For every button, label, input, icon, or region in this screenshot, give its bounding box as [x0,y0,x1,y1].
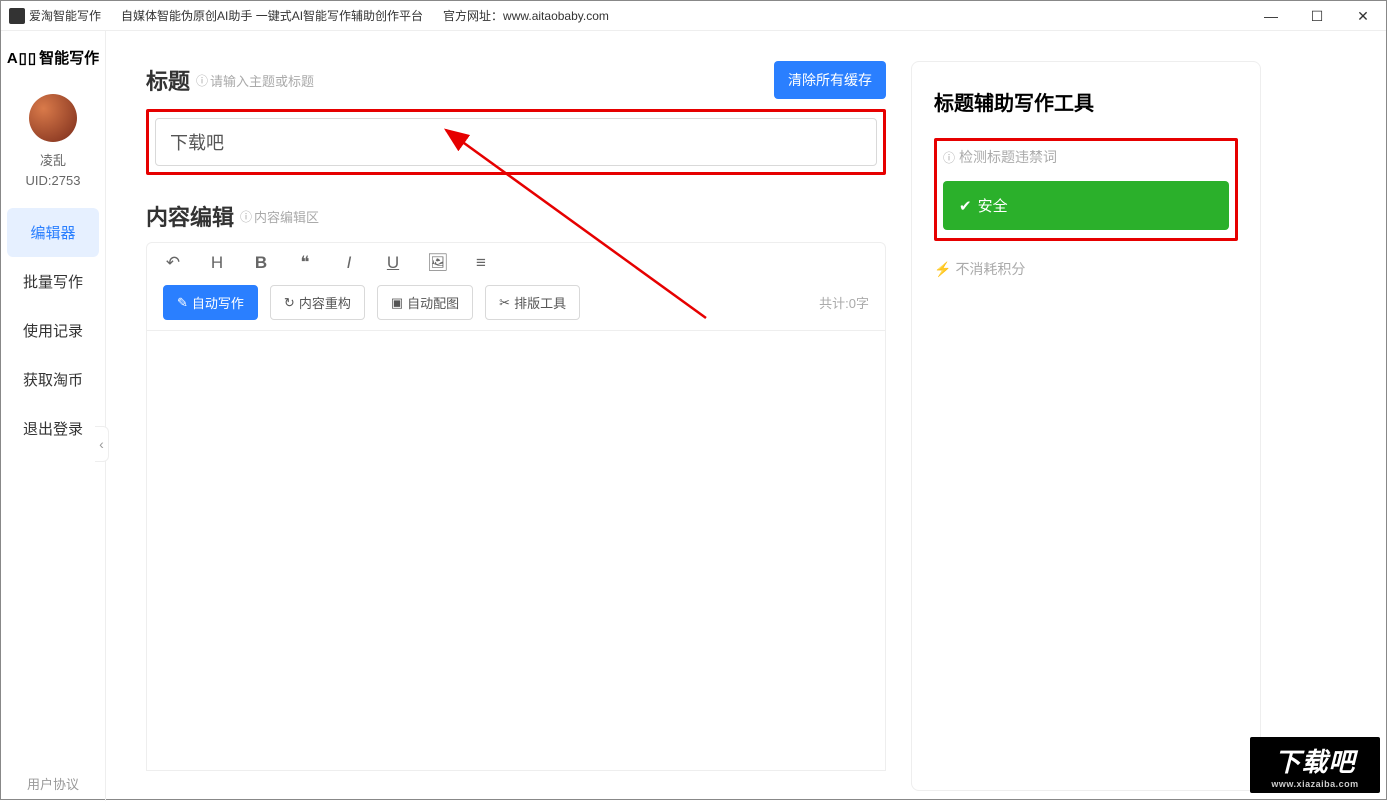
app-icon [9,8,25,24]
image-icon[interactable]: 🖼 [427,253,447,273]
title-hint: 请输入主题或标题 [196,71,314,90]
picture-icon: ▣ [391,295,403,311]
user-agreement-link[interactable]: 用户协议 [27,774,79,793]
url-label: 官方网址：www.aitaobaby.com [443,7,609,24]
editor-toolbar: ↶ H B ❝ I U 🖼 ≡ ✎ 自动写作 ↻ 内容重构 [146,242,886,331]
check-circle-icon: ✔ [959,197,972,215]
clear-cache-button[interactable]: 清除所有缓存 [774,61,886,99]
close-button[interactable]: ✕ [1340,1,1386,31]
quote-icon[interactable]: ❝ [295,253,315,273]
content-heading: 内容编辑 [146,200,234,232]
uid: UID:2753 [26,173,81,188]
sidebar-item-batch[interactable]: 批量写作 [1,257,105,306]
points-info: ⚡ 不消耗积分 [934,259,1238,279]
sidebar-item-history[interactable]: 使用记录 [1,306,105,355]
layout-tool-button[interactable]: ✂ 排版工具 [485,285,580,320]
info-icon [240,208,252,225]
heading-icon[interactable]: H [207,253,227,273]
refresh-icon: ↻ [284,295,295,311]
title-highlight-box [146,109,886,175]
align-icon[interactable]: ≡ [471,253,491,273]
sidebar-item-logout[interactable]: 退出登录 [1,404,105,453]
app-subtitle: 自媒体智能伪原创AI助手 一键式AI智能写作辅助创作平台 [121,7,423,24]
layout-icon: ✂ [499,295,510,311]
title-heading: 标题 [146,64,190,96]
undo-icon[interactable]: ↶ [163,253,183,273]
info-icon [196,72,208,89]
lightning-icon: ⚡ [934,261,951,278]
app-name: 爱淘智能写作 [29,7,101,24]
editor-textarea[interactable] [146,331,886,771]
collapse-chevron-icon[interactable]: ‹ [95,426,109,462]
bold-icon[interactable]: B [251,253,271,273]
assistant-heading: 标题辅助写作工具 [934,87,1238,116]
info-icon [943,149,955,166]
word-count: 共计:0字 [819,293,869,312]
check-forbidden-row: 检测标题违禁词 [943,147,1229,167]
auto-image-button[interactable]: ▣ 自动配图 [377,285,473,320]
underline-icon[interactable]: U [383,253,403,273]
minimize-button[interactable]: — [1248,1,1294,31]
auto-write-button[interactable]: ✎ 自动写作 [163,285,258,320]
logo-icon: A▯▯ [7,49,37,67]
titlebar: 爱淘智能写作 自媒体智能伪原创AI助手 一键式AI智能写作辅助创作平台 官方网址… [1,1,1386,31]
italic-icon[interactable]: I [339,253,359,273]
rebuild-button[interactable]: ↻ 内容重构 [270,285,365,320]
logo: A▯▯ 智能写作 [7,41,99,74]
avatar[interactable] [29,94,77,142]
pencil-icon: ✎ [177,295,188,311]
watermark: 下载吧 www.xiazaiba.com [1250,737,1380,793]
maximize-button[interactable]: ☐ [1294,1,1340,31]
logo-text: 智能写作 [39,47,99,68]
assistant-panel: 标题辅助写作工具 检测标题违禁词 ✔ 安全 ⚡ 不消耗积分 [911,61,1261,791]
username: 凌乱 [40,150,66,169]
sidebar: A▯▯ 智能写作 凌乱 UID:2753 编辑器 批量写作 使用记录 获取淘币 … [1,31,106,801]
content-hint: 内容编辑区 [240,207,319,226]
check-highlight-box: 检测标题违禁词 ✔ 安全 [934,138,1238,241]
title-input[interactable] [155,118,877,166]
safe-status-banner: ✔ 安全 [943,181,1229,230]
sidebar-item-coins[interactable]: 获取淘币 [1,355,105,404]
sidebar-item-editor[interactable]: 编辑器 [7,208,99,257]
